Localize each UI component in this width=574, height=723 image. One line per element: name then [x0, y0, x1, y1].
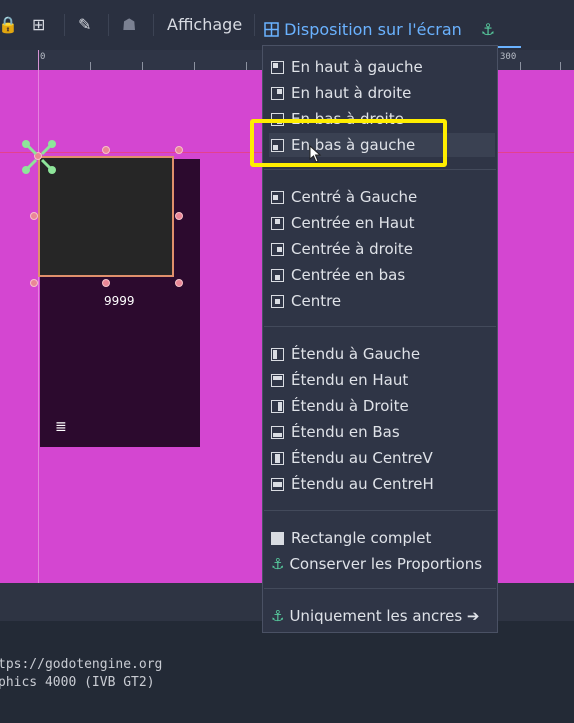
ruler-label: 0: [40, 52, 46, 62]
toolbar-separator: [108, 14, 109, 36]
resize-handle[interactable]: [175, 212, 183, 220]
lock-icon[interactable]: 🔒: [0, 12, 18, 38]
menu-item-label: Conserver les Proportions: [289, 555, 483, 573]
bone-icon[interactable]: ✎: [78, 12, 91, 38]
editor-toolbar: 🔒 ⊞ ✎ ☗ Affichage Disposition sur l'écra…: [0, 0, 574, 50]
menu-item-full-rect[interactable]: Rectangle complet: [271, 526, 493, 550]
top-wide-icon: [271, 374, 284, 387]
menu-item-top-right[interactable]: En haut à droite: [271, 81, 493, 105]
vertical-guide-line: [38, 50, 39, 583]
layout-grid-icon: [264, 22, 279, 37]
ruler-label: 300: [500, 52, 517, 62]
menu-item-label: Étendu en Bas: [291, 423, 400, 441]
menu-item-center-right[interactable]: Centrée à droite: [271, 237, 493, 261]
menu-item-center-top[interactable]: Centrée en Haut: [271, 211, 493, 235]
skeleton-icon[interactable]: ☗: [122, 12, 136, 38]
menu-item-label: Centrée en Haut: [291, 214, 415, 232]
resize-handle[interactable]: [175, 146, 183, 154]
menu-item-right-wide[interactable]: Étendu à Droite: [271, 394, 493, 418]
menu-item-hcenter-wide[interactable]: Étendu au CentreH: [271, 472, 493, 496]
toolbar-separator: [153, 14, 154, 36]
menu-item-label: Étendu au CentreH: [291, 475, 434, 493]
menu-item-label: Étendu à Droite: [291, 397, 409, 415]
left-wide-icon: [271, 348, 284, 361]
menu-item-label: En haut à gauche: [291, 58, 423, 76]
console-line: tps://godotengine.org: [0, 657, 163, 672]
menu-item-center-bottom[interactable]: Centrée en bas: [271, 263, 493, 287]
anchor-center-top-icon: [271, 217, 284, 230]
layout-menu-label: Disposition sur l'écran: [284, 20, 462, 39]
resize-handle[interactable]: [175, 279, 183, 287]
menu-item-label: Rectangle complet: [291, 529, 432, 547]
menu-item-left-wide[interactable]: Étendu à Gauche: [271, 342, 493, 366]
toolbar-separator: [64, 14, 65, 36]
anchor-icon: ⚓: [271, 555, 285, 573]
menu-separator: [264, 169, 496, 170]
bottom-wide-icon: [271, 426, 284, 439]
menu-item-top-wide[interactable]: Étendu en Haut: [271, 368, 493, 392]
menu-separator: [264, 510, 496, 511]
menu-item-label: En haut à droite: [291, 84, 412, 102]
menu-item-label: Étendu en Haut: [291, 371, 409, 389]
full-rect-icon: [271, 532, 284, 545]
anchor-top-right-icon: [271, 87, 284, 100]
menu-separator: [264, 588, 496, 589]
mouse-cursor-icon: [309, 145, 322, 163]
selected-control-node[interactable]: [38, 156, 174, 277]
console-line: phics 4000 (IVB GT2): [0, 675, 155, 690]
menu-item-label: Centré à Gauche: [291, 188, 418, 206]
resize-handle[interactable]: [102, 279, 110, 287]
highlight-annotation-box: [250, 119, 447, 167]
menu-item-anchors-only[interactable]: ⚓ Uniquement les ancres ➔: [271, 604, 493, 628]
anchor-center-right-icon: [271, 243, 284, 256]
menu-item-top-left[interactable]: En haut à gauche: [271, 55, 493, 79]
anchor-top-left-icon: [271, 61, 284, 74]
menu-item-label: Centrée en bas: [291, 266, 406, 284]
menu-item-center[interactable]: Centre: [271, 289, 493, 313]
output-console: tps://godotengine.org phics 4000 (IVB GT…: [0, 621, 574, 723]
anchor-center-icon: [271, 295, 284, 308]
anchor-center-left-icon: [271, 191, 284, 204]
menu-item-label: Étendu à Gauche: [291, 345, 421, 363]
vcenter-wide-icon: [271, 452, 284, 465]
view-menu-button[interactable]: Affichage: [167, 12, 242, 38]
resize-handle[interactable]: [102, 146, 110, 154]
list-icon: ≣: [55, 419, 67, 435]
menu-item-keep-ratio[interactable]: ⚓ Conserver les Proportions: [271, 552, 493, 576]
group-icon[interactable]: ⊞: [32, 12, 45, 38]
menu-item-bottom-wide[interactable]: Étendu en Bas: [271, 420, 493, 444]
hcenter-wide-icon: [271, 478, 284, 491]
resize-handle[interactable]: [30, 212, 38, 220]
layout-menu-button[interactable]: Disposition sur l'écran ⚓: [264, 17, 522, 48]
anchor-center-bottom-icon: [271, 269, 284, 282]
resize-handle[interactable]: [30, 279, 38, 287]
menu-item-vcenter-wide[interactable]: Étendu au CentreV: [271, 446, 493, 470]
menu-item-label: Uniquement les ancres ➔: [289, 607, 480, 625]
anchor-pivot-icon[interactable]: [22, 140, 56, 174]
menu-separator: [264, 326, 496, 327]
menu-item-center-left[interactable]: Centré à Gauche: [271, 185, 493, 209]
menu-item-label: Étendu au CentreV: [291, 449, 433, 467]
menu-item-label: Centrée à droite: [291, 240, 413, 258]
anchor-icon: ⚓: [271, 607, 285, 625]
anchor-icon: ⚓: [480, 20, 496, 39]
canvas-label-node: 9999: [104, 294, 135, 308]
menu-item-label: Centre: [291, 292, 342, 310]
right-wide-icon: [271, 400, 284, 413]
toolbar-separator: [254, 14, 255, 36]
